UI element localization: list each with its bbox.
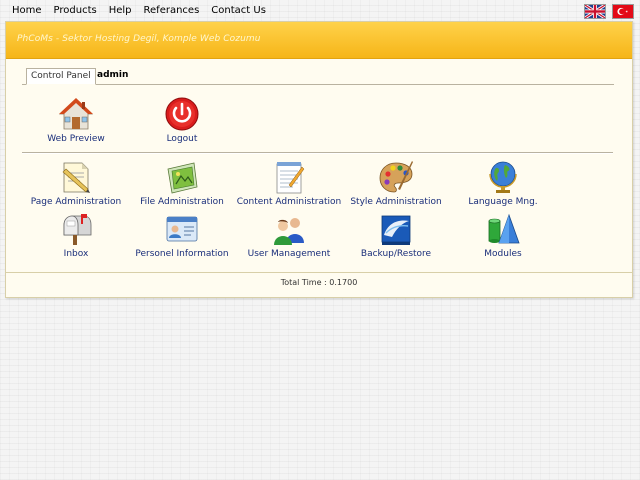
page-administration-label: Page Administration (30, 197, 122, 207)
user-management-label: User Management (247, 249, 331, 259)
file-icon (167, 162, 198, 194)
nav-link-home[interactable]: Home (12, 5, 42, 16)
banner-text: PhCoMs - Sektor Hosting Degil, Komple We… (17, 34, 261, 44)
language-flags (584, 4, 634, 19)
personel-information-button[interactable]: Personel Information (127, 211, 237, 259)
inbox-button[interactable]: Inbox (21, 211, 131, 259)
current-user: admin (97, 70, 129, 80)
language-management-button[interactable]: Language Mng. (448, 159, 558, 207)
palette-icon (379, 161, 413, 193)
top-nav-links: Home Products Help Referances Contact Us (6, 5, 272, 16)
language-management-label: Language Mng. (468, 197, 538, 207)
nav-link-referances[interactable]: Referances (144, 5, 200, 16)
personel-information-label: Personel Information (135, 249, 229, 259)
uk-flag-icon[interactable] (584, 4, 606, 19)
backup-restore-label: Backup/Restore (360, 249, 432, 259)
web-preview-button[interactable]: Web Preview (21, 96, 131, 144)
power-icon (165, 97, 199, 131)
logout-label: Logout (166, 134, 198, 144)
users-icon (274, 218, 304, 245)
page-icon (62, 162, 90, 193)
site-banner: PhCoMs - Sektor Hosting Degil, Komple We… (6, 22, 632, 59)
file-administration-button[interactable]: File Administration (127, 159, 237, 207)
modules-button[interactable]: Modules (448, 211, 558, 259)
tab-bar: Control Panel admin (22, 68, 614, 85)
top-navigation: Home Products Help Referances Contact Us (0, 0, 640, 22)
modules-label: Modules (484, 249, 522, 259)
turkey-flag-icon[interactable] (612, 4, 634, 19)
web-preview-label: Web Preview (47, 134, 105, 144)
shapes-icon (488, 213, 520, 244)
house-icon (58, 98, 94, 130)
database-icon (381, 215, 411, 245)
nav-link-products[interactable]: Products (54, 5, 97, 16)
panel-footer: Total Time : 0.1700 (6, 272, 632, 297)
file-administration-label: File Administration (140, 197, 224, 207)
nav-link-help[interactable]: Help (109, 5, 132, 16)
total-time-text: Total Time : 0.1700 (280, 278, 358, 287)
user-management-button[interactable]: User Management (234, 211, 344, 259)
mailbox-icon (63, 214, 92, 245)
globe-icon (489, 161, 517, 193)
section-divider (22, 152, 613, 154)
content-administration-button[interactable]: Content Administration (234, 159, 344, 207)
page-administration-button[interactable]: Page Administration (21, 159, 131, 207)
content-administration-label: Content Administration (236, 197, 342, 207)
nav-link-contact-us[interactable]: Contact Us (211, 5, 266, 16)
inbox-label: Inbox (63, 249, 89, 259)
tab-control-panel[interactable]: Control Panel (26, 68, 96, 85)
notepad-icon (276, 162, 305, 194)
logout-button[interactable]: Logout (127, 96, 237, 144)
style-administration-button[interactable]: Style Administration (341, 159, 451, 207)
style-administration-label: Style Administration (350, 197, 442, 207)
id-card-icon (166, 216, 198, 242)
control-panel-window: PhCoMs - Sektor Hosting Degil, Komple We… (5, 21, 633, 298)
backup-restore-button[interactable]: Backup/Restore (341, 211, 451, 259)
